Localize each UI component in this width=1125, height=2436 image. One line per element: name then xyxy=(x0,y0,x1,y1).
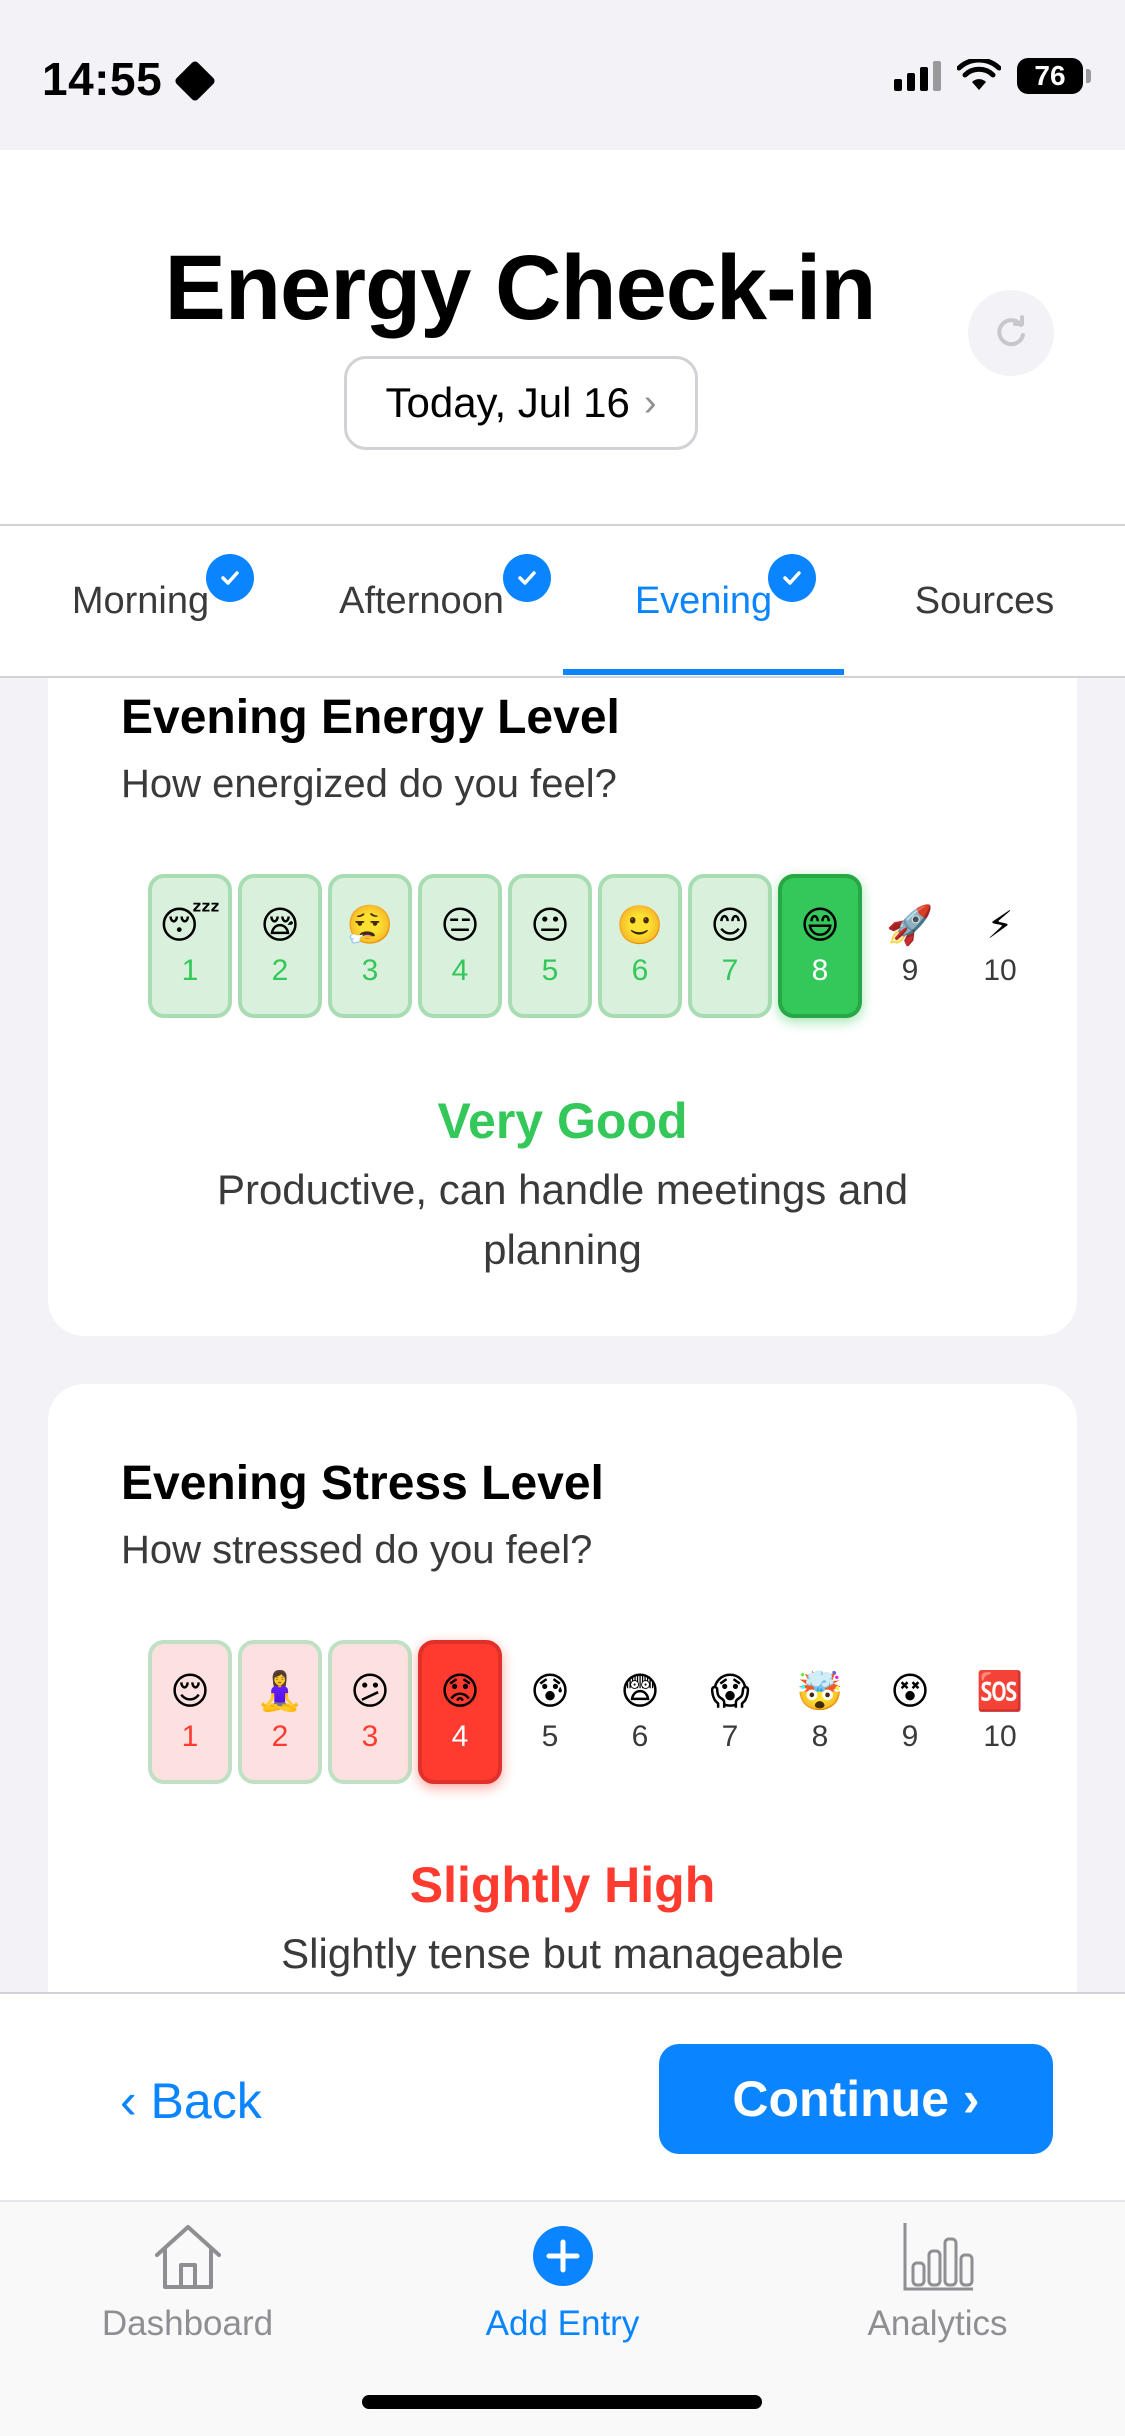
stress-card: Evening Stress Level How stressed do you… xyxy=(48,1384,1077,1992)
energy-option-1[interactable]: 😴 1 xyxy=(148,874,232,1018)
emoji-icon: 😄 xyxy=(800,905,840,947)
energy-card-subtitle: How energized do you feel? xyxy=(121,762,617,806)
emoji-icon: 😕 xyxy=(350,1671,390,1713)
energy-option-7[interactable]: 😊 7 xyxy=(688,874,772,1018)
energy-option-4[interactable]: 😑 4 xyxy=(418,874,502,1018)
cellular-signal-icon xyxy=(894,61,941,91)
status-indicators: 76 xyxy=(894,58,1091,94)
checkmark-icon xyxy=(503,554,551,602)
energy-scale: 😴 1 😪 2 😮‍💨 3 😑 4 😐 5 🙂 6 😊 7 😄 8 🚀 9 ⚡ 10 xyxy=(48,874,1077,1024)
stress-scale: 😌 1 🧘‍♀️ 2 😕 3 😟 4 😰 5 😨 6 😱 7 🤯 8 😵 9 🆘 10 xyxy=(48,1640,1077,1790)
tabbar-label: Analytics xyxy=(867,2304,1008,2343)
checkmark-icon xyxy=(206,554,254,602)
emoji-icon: 😱 xyxy=(710,1671,750,1713)
emoji-icon: 😨 xyxy=(620,1671,660,1713)
emoji-icon: 🙂 xyxy=(616,905,664,947)
emoji-icon: 🆘 xyxy=(976,1671,1024,1713)
focus-mode-icon xyxy=(173,59,217,103)
emoji-icon: 😌 xyxy=(170,1671,210,1713)
emoji-icon: 😮‍💨 xyxy=(346,905,394,947)
continue-button[interactable]: Continue › xyxy=(659,2044,1053,2154)
stress-option-9[interactable]: 😵 9 xyxy=(868,1640,952,1784)
tab-label: Sources xyxy=(914,579,1055,622)
date-selector-button[interactable]: Today, Jul 16 › xyxy=(344,356,698,450)
emoji-icon: 😊 xyxy=(710,905,750,947)
tabbar-label: Dashboard xyxy=(101,2304,274,2343)
refresh-button[interactable] xyxy=(968,290,1054,376)
energy-option-8-selected[interactable]: 😄 8 xyxy=(778,874,862,1018)
bar-chart-icon xyxy=(901,2216,975,2296)
stress-option-10[interactable]: 🆘 10 xyxy=(958,1640,1042,1784)
active-tab-indicator xyxy=(563,669,844,675)
plus-circle-icon xyxy=(531,2216,595,2296)
date-label: Today, Jul 16 xyxy=(385,379,630,426)
tab-label: Afternoon xyxy=(339,579,504,622)
emoji-icon: 😟 xyxy=(440,1671,480,1713)
tabbar-item-analytics[interactable]: Analytics xyxy=(750,2216,1125,2344)
energy-option-9[interactable]: 🚀 9 xyxy=(868,874,952,1018)
tab-sources[interactable]: Sources xyxy=(844,526,1125,676)
emoji-icon: ⚡ xyxy=(986,905,1014,947)
stress-option-5[interactable]: 😰 5 xyxy=(508,1640,592,1784)
stress-option-1[interactable]: 😌 1 xyxy=(148,1640,232,1784)
energy-card: Evening Energy Level How energized do yo… xyxy=(48,678,1077,1336)
stress-option-3[interactable]: 😕 3 xyxy=(328,1640,412,1784)
energy-option-5[interactable]: 😐 5 xyxy=(508,874,592,1018)
segment-tabs: Morning Afternoon Evening Sources xyxy=(0,524,1125,678)
content-scroll[interactable]: Evening Energy Level How energized do yo… xyxy=(0,678,1125,1992)
stress-card-title: Evening Stress Level xyxy=(121,1457,604,1510)
energy-option-6[interactable]: 🙂 6 xyxy=(598,874,682,1018)
stress-option-7[interactable]: 😱 7 xyxy=(688,1640,772,1784)
stress-rating-label: Slightly High xyxy=(409,1857,716,1913)
tabbar-label: Add Entry xyxy=(485,2304,640,2343)
stress-option-2[interactable]: 🧘‍♀️ 2 xyxy=(238,1640,322,1784)
tab-label: Morning xyxy=(71,579,210,622)
tab-evening[interactable]: Evening xyxy=(563,526,844,676)
energy-option-2[interactable]: 😪 2 xyxy=(238,874,322,1018)
status-bar: 14:55 76 xyxy=(0,0,1125,150)
energy-rating-label: Very Good xyxy=(437,1093,688,1149)
chevron-right-icon: › xyxy=(643,381,657,424)
emoji-icon: 😪 xyxy=(260,905,300,947)
home-indicator xyxy=(362,2395,762,2409)
house-icon xyxy=(151,2216,225,2296)
energy-rating-description: Productive, can handle meetings and plan… xyxy=(216,1166,909,1273)
header: Energy Check-in Today, Jul 16 › xyxy=(0,150,1125,526)
wifi-icon xyxy=(957,59,1001,90)
emoji-icon: 😴 xyxy=(159,905,221,947)
page-title: Energy Check-in xyxy=(164,237,877,339)
stress-card-subtitle: How stressed do you feel? xyxy=(121,1528,593,1572)
emoji-icon: 🤯 xyxy=(796,1671,844,1713)
action-bar: ‹ Back Continue › xyxy=(0,1992,1125,2200)
tab-label: Evening xyxy=(634,579,773,622)
energy-option-3[interactable]: 😮‍💨 3 xyxy=(328,874,412,1018)
emoji-icon: 🧘‍♀️ xyxy=(256,1671,304,1713)
checkmark-icon xyxy=(768,554,816,602)
emoji-icon: 😐 xyxy=(530,905,570,947)
refresh-icon xyxy=(997,315,1025,347)
stress-option-6[interactable]: 😨 6 xyxy=(598,1640,682,1784)
energy-option-10[interactable]: ⚡ 10 xyxy=(958,874,1042,1018)
tabbar-item-dashboard[interactable]: Dashboard xyxy=(0,2216,375,2344)
energy-card-title: Evening Energy Level xyxy=(121,691,620,744)
back-button[interactable]: ‹ Back xyxy=(120,2072,262,2130)
emoji-icon: 🚀 xyxy=(886,905,934,947)
emoji-icon: 😵 xyxy=(890,1671,930,1713)
stress-option-8[interactable]: 🤯 8 xyxy=(778,1640,862,1784)
status-time: 14:55 xyxy=(42,53,163,105)
tabbar-item-add-entry[interactable]: Add Entry xyxy=(375,2216,750,2344)
tab-morning[interactable]: Morning xyxy=(0,526,281,676)
stress-rating-description: Slightly tense but manageable xyxy=(281,1930,844,1977)
stress-option-4-selected[interactable]: 😟 4 xyxy=(418,1640,502,1784)
battery-icon: 76 xyxy=(1017,58,1091,94)
emoji-icon: 😑 xyxy=(440,905,480,947)
emoji-icon: 😰 xyxy=(530,1671,570,1713)
